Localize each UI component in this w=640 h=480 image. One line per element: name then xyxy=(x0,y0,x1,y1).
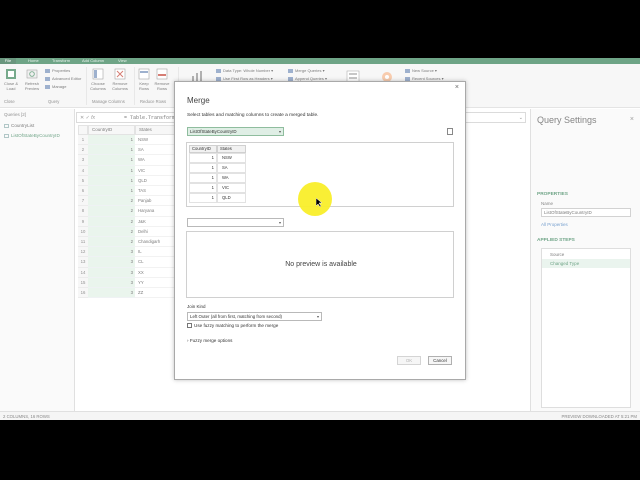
dialog-description: Select tables and matching columns to cr… xyxy=(187,113,319,118)
second-table-dropdown[interactable]: ▾ xyxy=(187,218,284,227)
first-table-dropdown[interactable]: ListOfStateByCountryID ▾ xyxy=(187,127,284,136)
chevron-down-icon: ▾ xyxy=(278,220,281,225)
power-query-editor: File Home Transform Add Column View Clos… xyxy=(0,58,640,420)
fuzzy-matching-checkbox[interactable]: Use fuzzy matching to perform the merge xyxy=(187,323,279,329)
chevron-right-icon: › xyxy=(187,338,189,343)
preview-row: 1 VIC xyxy=(189,183,246,193)
preview-row: 1 QLD xyxy=(189,193,246,203)
no-preview-message: No preview is available xyxy=(285,261,357,268)
join-kind-value: Left Outer (all from first, matching fro… xyxy=(190,314,282,319)
second-table-preview: No preview is available xyxy=(186,231,454,298)
preview-row: 1 SA xyxy=(189,163,246,173)
preview-cell-countryid: 1 xyxy=(189,183,217,193)
fuzzy-matching-label: Use fuzzy matching to perform the merge xyxy=(194,323,279,328)
chevron-down-icon: ▾ xyxy=(316,314,319,319)
preview-cell-states: QLD xyxy=(217,193,246,203)
close-icon[interactable]: × xyxy=(455,84,459,91)
ok-button[interactable]: OK xyxy=(397,356,421,365)
dialog-title: Merge xyxy=(187,96,210,105)
fuzzy-merge-options-label: Fuzzy merge options xyxy=(189,338,233,343)
first-table-value: ListOfStateByCountryID xyxy=(190,129,237,134)
preview-cell-countryid: 1 xyxy=(189,163,217,173)
checkbox-box[interactable] xyxy=(187,323,192,329)
preview-row: 1 NSW xyxy=(189,153,246,163)
merge-dialog: × Merge Select tables and matching colum… xyxy=(174,81,466,380)
cursor-highlight xyxy=(298,182,332,216)
preview-cell-countryid: 1 xyxy=(189,193,217,203)
fuzzy-merge-options-toggle[interactable]: › Fuzzy merge options xyxy=(187,338,232,343)
preview-col-states[interactable]: States xyxy=(217,145,246,153)
preview-col-countryid[interactable]: CountryID xyxy=(189,145,217,153)
join-kind-label: Join Kind xyxy=(187,304,206,309)
preview-cell-countryid: 1 xyxy=(189,153,217,163)
mouse-pointer-icon xyxy=(316,198,323,207)
cancel-button[interactable]: Cancel xyxy=(428,356,452,365)
preview-cell-countryid: 1 xyxy=(189,173,217,183)
preview-cell-states: VIC xyxy=(217,183,246,193)
join-kind-dropdown[interactable]: Left Outer (all from first, matching fro… xyxy=(187,312,322,321)
preview-cell-states: WA xyxy=(217,173,246,183)
file-icon[interactable] xyxy=(447,128,453,135)
chevron-down-icon: ▾ xyxy=(278,129,281,134)
preview-cell-states: NSW xyxy=(217,153,246,163)
preview-row: 1 WA xyxy=(189,173,246,183)
preview-cell-states: SA xyxy=(217,163,246,173)
